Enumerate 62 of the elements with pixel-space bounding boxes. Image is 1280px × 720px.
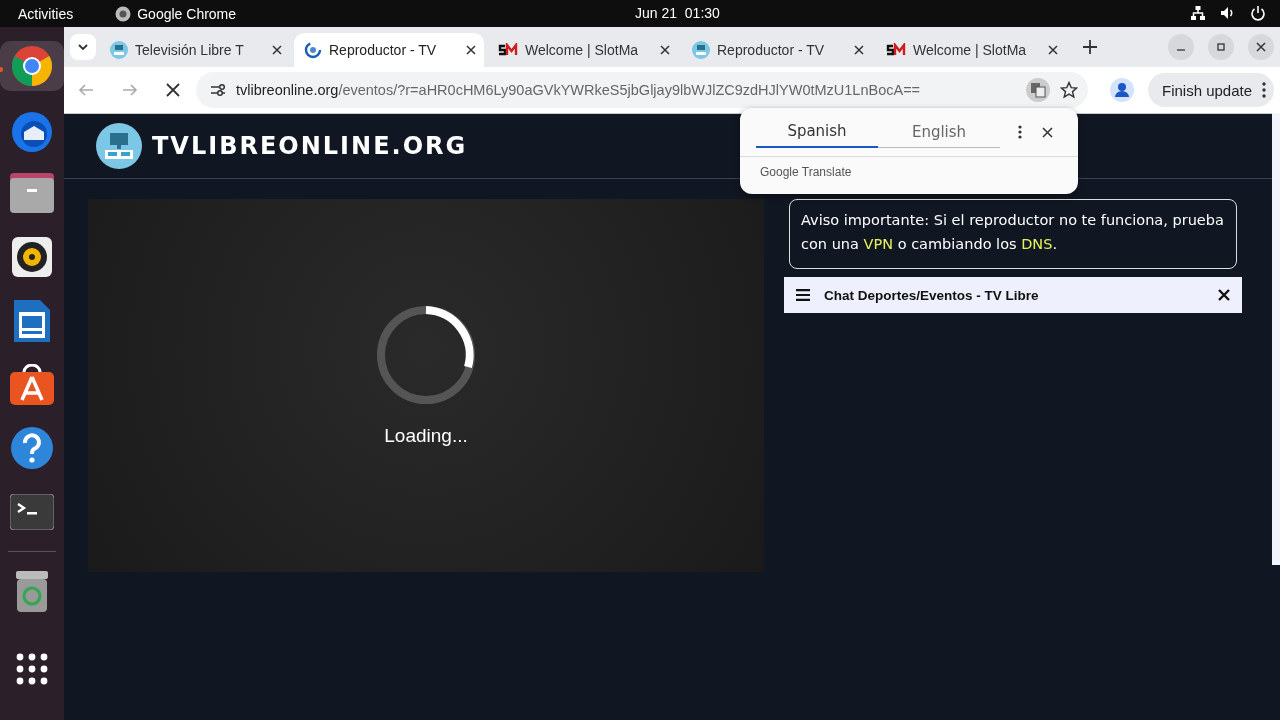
chat-title: Chat Deportes/Eventos - TV Libre (824, 287, 1040, 303)
address-bar[interactable]: tvlibreonline.org/eventos/?r=aHR0cHM6Ly90aGVkYWRkeS5jbGljay9lbWJlZC9zdHJlYW0tMzU1LnBocA== (196, 72, 1088, 108)
browser-tab[interactable]: Welcome | SlotMa (876, 33, 1066, 67)
sm-logo-icon (498, 43, 518, 57)
more-icon[interactable] (1262, 82, 1267, 98)
close-icon[interactable] (854, 45, 864, 55)
close-button[interactable] (1248, 34, 1275, 60)
browser-tab[interactable]: Welcome | SlotMa (488, 33, 678, 67)
app-grid-icon[interactable] (16, 652, 48, 685)
translate-icon[interactable] (1026, 78, 1050, 102)
maximize-button[interactable] (1208, 34, 1235, 60)
spinner-icon (376, 304, 476, 405)
power-icon[interactable] (1250, 5, 1266, 21)
more-icon[interactable] (1018, 125, 1022, 139)
close-icon[interactable] (1048, 45, 1058, 55)
loading-text: Loading... (384, 424, 468, 447)
clock[interactable]: Jun 21 01:30 (635, 5, 720, 21)
browser-tab[interactable]: Reproductor - TV (294, 33, 484, 67)
video-player[interactable]: Loading... (88, 199, 764, 572)
tv-icon (692, 41, 710, 59)
site-settings-icon[interactable] (210, 82, 226, 98)
browser-tab[interactable]: Televisión Libre T (100, 33, 290, 67)
notice-text: Aviso importante: Si el reproductor no te funciona, prueba con una VPN o cambiando los DNS. (789, 199, 1237, 269)
browser-tab[interactable]: Reproductor - TV (682, 33, 872, 67)
minimize-button[interactable] (1168, 34, 1195, 60)
document-icon[interactable] (12, 297, 52, 344)
running-app-tile[interactable] (0, 41, 64, 91)
folder-icon[interactable] (9, 172, 55, 215)
help-icon[interactable] (10, 426, 54, 471)
activities-button[interactable]: Activities (18, 5, 74, 22)
tv-logo-icon (96, 123, 142, 169)
finish-update-button[interactable]: Finish update (1148, 73, 1275, 107)
terminal-icon[interactable] (10, 494, 54, 531)
language-tab[interactable]: English (878, 116, 1000, 148)
translate-brand: Google Translate (760, 165, 852, 179)
profile-icon[interactable] (1110, 78, 1134, 102)
menu-icon[interactable] (796, 289, 810, 301)
close-icon (1256, 42, 1267, 52)
language-tab[interactable]: Spanish (756, 116, 878, 148)
chevron-down-icon (78, 44, 88, 50)
browser-icon[interactable] (10, 43, 54, 88)
network-icon[interactable] (1190, 5, 1206, 21)
close-icon[interactable] (1218, 289, 1230, 301)
close-icon[interactable] (660, 45, 670, 55)
minimize-icon (1177, 49, 1186, 51)
close-icon[interactable] (1042, 126, 1053, 138)
speaker-icon[interactable] (12, 237, 52, 278)
close-icon[interactable] (166, 83, 180, 97)
tab-search-button[interactable] (70, 34, 96, 60)
trash-icon[interactable] (14, 568, 50, 613)
plus-icon (1083, 40, 1097, 54)
app-name[interactable]: Google Chrome (137, 5, 237, 22)
shopping-bag-icon[interactable] (9, 363, 55, 406)
close-icon[interactable] (466, 45, 476, 55)
site-logo[interactable]: TVLIBREONLINE.ORG (152, 132, 468, 160)
sm-logo-icon (886, 43, 906, 57)
star-icon[interactable] (1060, 81, 1078, 99)
app-menu-icon (115, 5, 132, 22)
loading-icon (304, 41, 322, 59)
maximize-icon (1216, 42, 1227, 52)
tv-icon (110, 41, 128, 59)
close-icon[interactable] (272, 45, 282, 55)
